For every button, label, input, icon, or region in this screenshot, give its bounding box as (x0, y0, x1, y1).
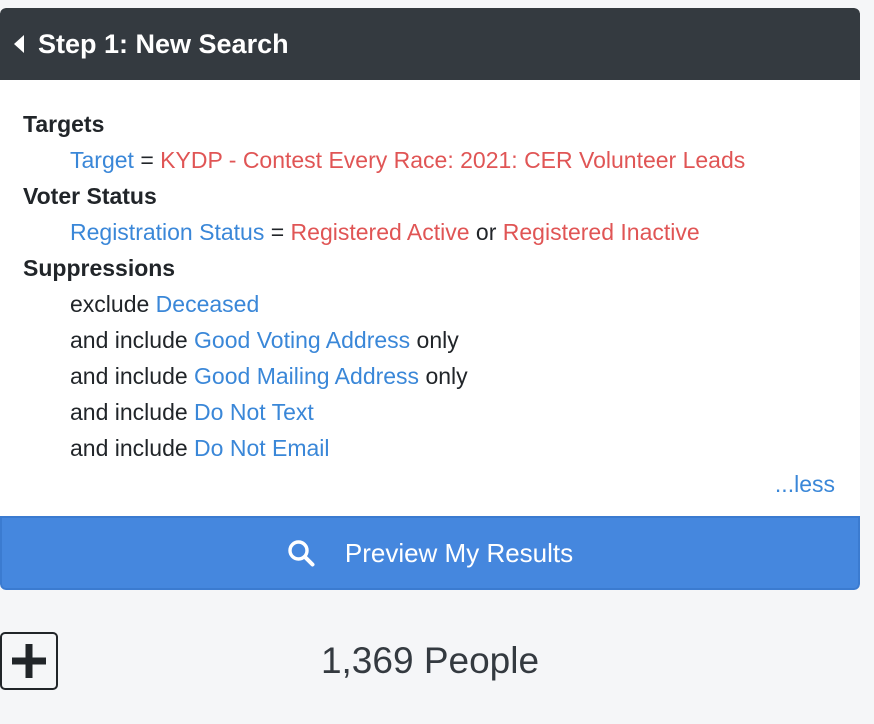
equals-sign: = (140, 147, 154, 173)
suppression-suffix: only (425, 363, 468, 389)
preview-results-button[interactable]: Preview My Results (0, 516, 860, 590)
results-footer: 1,369 People (0, 630, 860, 692)
search-panel: Step 1: New Search Targets Target = KYDP… (0, 8, 860, 590)
criteria-summary: Targets Target = KYDP - Contest Every Ra… (0, 80, 860, 516)
criteria-row-target: Target = KYDP - Contest Every Race: 2021… (23, 142, 836, 178)
target-value-link[interactable]: KYDP - Contest Every Race: 2021: CER Vol… (160, 147, 745, 173)
results-count: 1,369 People (320, 640, 540, 681)
suppression-row: and include Do Not Text (23, 394, 836, 430)
plus-icon (12, 644, 46, 678)
suppression-row: and include Good Voting Address only (23, 322, 836, 358)
suppression-prefix: and include (70, 327, 188, 353)
suppression-row: exclude Deceased (23, 286, 836, 322)
step-header[interactable]: Step 1: New Search (0, 8, 860, 80)
add-criteria-button[interactable] (0, 632, 58, 690)
suppression-row: and include Good Mailing Address only (23, 358, 836, 394)
section-targets: Targets (23, 111, 105, 137)
suppression-link[interactable]: Good Voting Address (194, 327, 410, 353)
suppression-prefix: and include (70, 363, 188, 389)
criteria-row-registration: Registration Status = Registered Active … (23, 214, 836, 250)
less-row: ...less (23, 466, 836, 502)
step-title: Step 1: New Search (38, 28, 289, 59)
registered-inactive-link[interactable]: Registered Inactive (503, 219, 700, 245)
equals-sign: = (270, 219, 285, 245)
target-field-link[interactable]: Target (70, 147, 134, 173)
section-voter-status: Voter Status (23, 183, 157, 209)
registered-active-link[interactable]: Registered Active (291, 219, 470, 245)
suppression-row: and include Do Not Email (23, 430, 836, 466)
or-text: or (475, 219, 497, 245)
search-icon (287, 539, 315, 567)
registration-field-link[interactable]: Registration Status (70, 219, 264, 245)
suppression-prefix: and include (70, 399, 188, 425)
caret-left-icon (14, 35, 24, 53)
section-suppressions: Suppressions (23, 255, 176, 281)
suppression-link[interactable]: Do Not Email (194, 435, 329, 461)
suppression-link[interactable]: Deceased (156, 291, 260, 317)
suppression-suffix: only (416, 327, 459, 353)
preview-results-label: Preview My Results (344, 537, 574, 568)
suppression-prefix: and include (70, 435, 188, 461)
suppression-prefix: exclude (70, 291, 150, 317)
suppression-link[interactable]: Good Mailing Address (194, 363, 419, 389)
show-less-link[interactable]: ...less (775, 471, 835, 497)
suppression-link[interactable]: Do Not Text (194, 399, 314, 425)
